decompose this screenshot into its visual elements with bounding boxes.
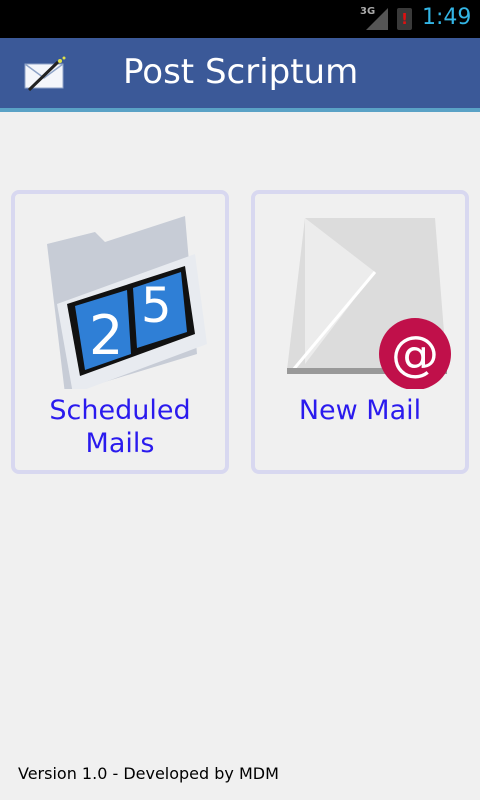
- clock: 1:49: [422, 5, 472, 30]
- digit-2: 2: [89, 304, 123, 367]
- digit-5: 5: [141, 278, 172, 334]
- signal-icon: [366, 8, 388, 30]
- calendar-folder-icon: 2 5: [47, 216, 207, 389]
- app-title: Post Scriptum: [123, 52, 359, 92]
- envelope-at-icon: @: [287, 218, 451, 389]
- at-badge: @: [391, 326, 439, 382]
- version-footer: Version 1.0 - Developed by MDM: [18, 764, 279, 783]
- scheduled-mails-label: Scheduled Mails: [49, 395, 191, 459]
- status-bar: 3G ! 1:49: [0, 0, 480, 38]
- new-mail-button[interactable]: @ New Mail: [251, 190, 469, 474]
- app-bar: Post Scriptum: [0, 38, 480, 112]
- envelope-wand-icon[interactable]: [24, 56, 66, 92]
- battery-alert-icon: !: [397, 8, 412, 30]
- new-mail-label: New Mail: [298, 395, 422, 426]
- scheduled-mails-button[interactable]: 2 5 Scheduled Mails: [11, 190, 229, 474]
